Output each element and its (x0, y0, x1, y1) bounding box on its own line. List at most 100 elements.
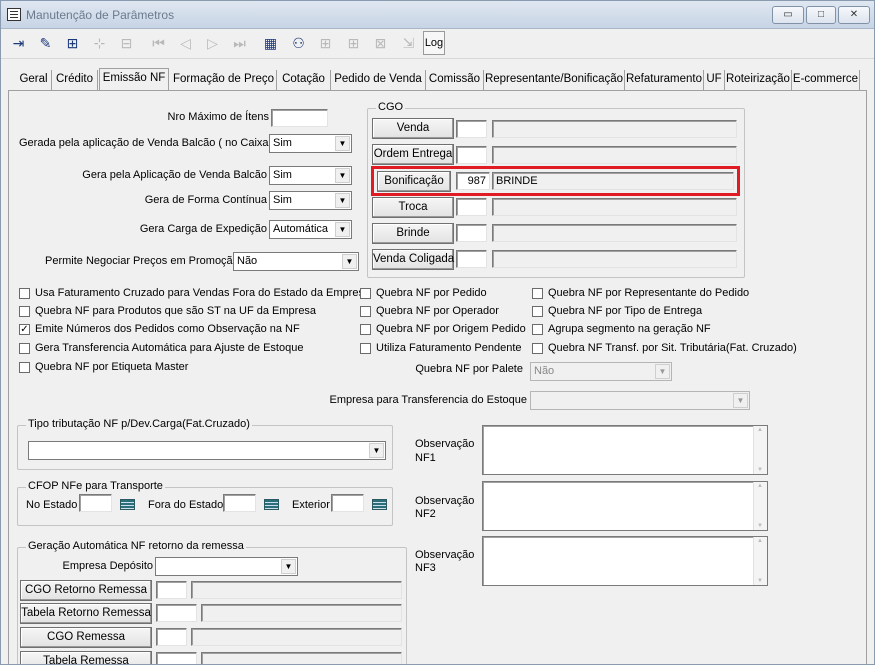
cgo-troca-button[interactable]: Troca (372, 197, 454, 218)
cfop-no-estado-input[interactable] (79, 494, 112, 512)
obs-nf2-sub: NF2 (415, 508, 436, 520)
cgo-venda-coligada-code[interactable] (456, 250, 487, 268)
minimize-button[interactable]: ▭ (772, 6, 804, 24)
last-record-icon[interactable]: ⏭ (228, 31, 251, 55)
tab-emissao-nf[interactable]: Emissão NF (99, 68, 169, 90)
tabela-remessa-code[interactable] (156, 652, 197, 664)
checkbox-gera-transf[interactable] (19, 343, 30, 354)
checkbox-tipo-entrega[interactable] (532, 306, 543, 317)
retorno-title: Geração Automática NF retorno da remessa (26, 540, 246, 552)
gera-app-balcao-select[interactable]: Sim ▼ (269, 166, 352, 185)
maximize-icon: □ (817, 9, 825, 20)
checkbox-agrupa-segmento[interactable] (532, 324, 543, 335)
cgo-remessa-code[interactable] (156, 628, 187, 646)
cgo-venda-coligada-button[interactable]: Venda Coligada (372, 249, 454, 270)
palete-label: Quebra NF por Palete (415, 363, 523, 375)
tab-pedido-venda[interactable]: Pedido de Venda (331, 70, 426, 90)
log-button[interactable]: Log (423, 31, 445, 55)
exit-icon[interactable]: ⇥ (7, 31, 30, 55)
tabela-retorno-remessa-desc (201, 604, 402, 622)
cgo-venda-code[interactable] (456, 120, 487, 138)
cfop-fora-estado-input[interactable] (223, 494, 256, 512)
checkbox-fat-pendente[interactable] (360, 343, 371, 354)
scrollbar[interactable] (753, 482, 767, 530)
next-record-icon[interactable]: ▷ (201, 31, 224, 55)
tabela-retorno-remessa-code[interactable] (156, 604, 197, 622)
cgo-venda-button[interactable]: Venda (372, 118, 454, 139)
tab-refaturamento[interactable]: Refaturamento (625, 70, 704, 90)
maximize-button[interactable]: □ (806, 6, 836, 24)
checkbox-quebra-origem[interactable] (360, 324, 371, 335)
binoculars-icon[interactable]: ⚇ (287, 31, 310, 55)
obs-nf3-sub: NF3 (415, 562, 436, 574)
cgo-ordem-entrega-button[interactable]: Ordem Entrega (372, 144, 454, 165)
cgo-ordem-entrega-desc (492, 146, 737, 164)
grid2-dis-icon[interactable]: ⊞ (342, 31, 365, 55)
checkbox-quebra-operador[interactable] (360, 306, 371, 317)
grid-lookup-icon[interactable] (262, 496, 280, 512)
tab-geral[interactable]: Geral (16, 70, 52, 90)
checkbox-etiqueta-master[interactable] (19, 362, 30, 373)
forma-continua-select[interactable]: Sim ▼ (269, 191, 352, 210)
cgo-venda-desc (492, 120, 737, 138)
delete-row-icon[interactable]: ⊟ (115, 31, 138, 55)
cfop-exterior-input[interactable] (331, 494, 364, 512)
gerada-balcao-select[interactable]: Sim ▼ (269, 134, 352, 153)
checkbox-gera-transf-label: Gera Transferencia Automática para Ajust… (35, 342, 304, 354)
obs-nf3-textarea[interactable] (482, 536, 768, 586)
cfop-exterior-label: Exterior (292, 499, 330, 511)
nro-max-itens-input[interactable] (271, 109, 328, 127)
tab-credito[interactable]: Crédito (52, 70, 98, 90)
tab-ecommerce[interactable]: E-commerce (792, 70, 860, 90)
cgo-brinde-code[interactable] (456, 224, 487, 242)
obs-nf2-textarea[interactable] (482, 481, 768, 531)
chevron-down-icon: ▼ (335, 168, 350, 183)
tabela-remessa-button[interactable]: Tabela Remessa (20, 651, 152, 664)
tab-representante[interactable]: Representante/Bonificação (484, 70, 625, 90)
checkbox-quebra-st-label: Quebra NF para Produtos que são ST na UF… (35, 305, 317, 317)
export-icon[interactable]: ⇲ (397, 31, 420, 55)
cgo-ordem-entrega-code[interactable] (456, 146, 487, 164)
cfop-no-estado-label: No Estado (26, 499, 78, 511)
grid-dis-icon[interactable]: ⊞ (314, 31, 337, 55)
cgo-retorno-remessa-code[interactable] (156, 581, 187, 599)
edit-icon[interactable]: ✎ (34, 31, 57, 55)
cgo-remessa-button[interactable]: CGO Remessa (20, 627, 152, 648)
close-button[interactable]: ✕ (838, 6, 870, 24)
forma-continua-label: Gera de Forma Contínua (144, 194, 267, 206)
tab-comissao[interactable]: Comissão (426, 70, 484, 90)
scrollbar[interactable] (753, 426, 767, 474)
checkbox-transf-sit-trib[interactable] (532, 343, 543, 354)
checkbox-emite-numeros[interactable]: ✓ (19, 324, 30, 335)
insert-row-icon[interactable]: ⊹ (88, 31, 111, 55)
tab-roteirizacao[interactable]: Roteirização (725, 70, 792, 90)
scrollbar[interactable] (753, 537, 767, 585)
tabela-retorno-remessa-button[interactable]: Tabela Retorno Remessa (20, 603, 152, 624)
cgo-retorno-remessa-button[interactable]: CGO Retorno Remessa (20, 580, 152, 601)
cgo-brinde-button[interactable]: Brinde (372, 223, 454, 244)
tab-uf[interactable]: UF (704, 70, 725, 90)
checkbox-quebra-pedido[interactable] (360, 288, 371, 299)
negociar-select[interactable]: Não ▼ (233, 252, 359, 271)
add-icon[interactable]: ⊞ (61, 31, 84, 55)
carga-exped-select[interactable]: Automática ▼ (269, 220, 352, 239)
checkbox-transf-sit-trib-label: Quebra NF Transf. por Sit. Tributária(Fa… (548, 342, 797, 354)
grid-lookup-icon[interactable] (118, 496, 136, 512)
checkbox-fat-cruzado[interactable] (19, 288, 30, 299)
filter-icon[interactable]: ⊠ (369, 31, 392, 55)
tab-formacao-preco[interactable]: Formação de Preço (171, 70, 277, 90)
cgo-troca-code[interactable] (456, 198, 487, 216)
grid-lookup-icon[interactable] (370, 496, 388, 512)
tipo-trib-select[interactable]: ▼ (28, 441, 386, 460)
obs-nf1-textarea[interactable] (482, 425, 768, 475)
tab-cotacao[interactable]: Cotação (277, 70, 331, 90)
tabela-remessa-desc (201, 652, 402, 664)
empresa-deposito-select[interactable]: ▼ (155, 557, 298, 576)
grid-icon[interactable]: ▦ (259, 31, 282, 55)
checkbox-quebra-representante[interactable] (532, 288, 543, 299)
chevron-down-icon: ▼ (369, 443, 384, 458)
prev-record-icon[interactable]: ◁ (174, 31, 197, 55)
first-record-icon[interactable]: ⏮ (147, 31, 170, 55)
gera-app-balcao-label: Gera pela Aplicação de Venda Balcão (82, 169, 267, 181)
checkbox-quebra-st[interactable] (19, 306, 30, 317)
